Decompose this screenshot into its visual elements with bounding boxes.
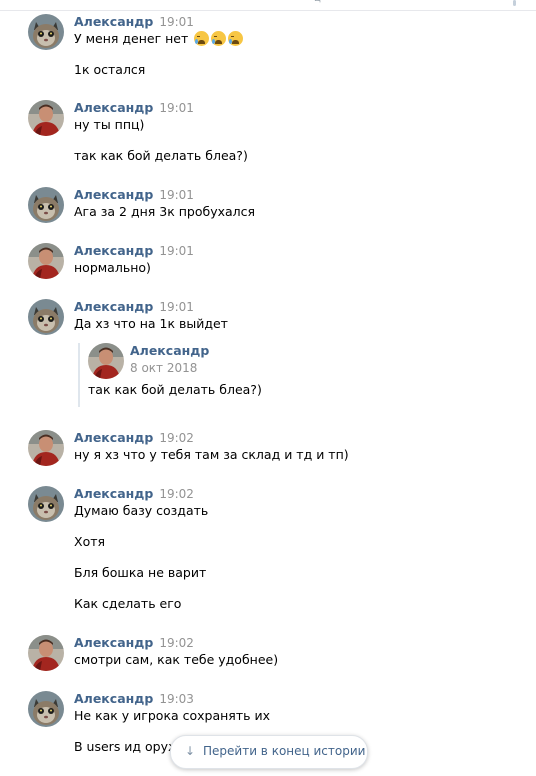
author-name[interactable]: Александр	[74, 635, 153, 650]
message-text: смотри сам, как тебе удобнее)	[74, 652, 279, 667]
jump-to-end-button[interactable]: ↓ Перейти в конец истории	[170, 735, 368, 769]
message-time[interactable]: 19:02	[159, 431, 194, 445]
message-text: У меня денег нет	[74, 30, 504, 47]
quote-text: так как бой делать блеа?)	[88, 382, 262, 397]
author-name[interactable]: Александр	[74, 430, 153, 445]
author-name[interactable]: Александр	[74, 187, 153, 202]
message-text: Думаю базу создать	[74, 503, 209, 518]
author-name[interactable]: Александр	[74, 691, 153, 706]
message-text: ну я хз что у тебя там за склад и тд и т…	[74, 447, 349, 462]
message-text: так как бой делать блеа?)	[74, 148, 248, 163]
message-time[interactable]: 19:01	[159, 188, 194, 202]
author-name[interactable]: Александр	[74, 100, 153, 115]
message-text: Как сделать его	[74, 596, 182, 611]
author-name[interactable]: Александр	[74, 486, 153, 501]
avatar[interactable]	[28, 430, 64, 466]
message-text: нормально)	[74, 260, 151, 275]
avatar[interactable]	[28, 187, 64, 223]
message-text: 1к остался	[74, 62, 146, 77]
crying-emoji-icon	[211, 31, 227, 46]
quote-author-name[interactable]: Александр	[130, 343, 209, 358]
message-time[interactable]: 19:03	[159, 692, 194, 706]
avatar[interactable]	[28, 100, 64, 136]
message-text: Не как у игрока сохранять их	[74, 708, 270, 723]
message-text: Да хз что на 1к выйдет	[74, 316, 228, 331]
message-feed: Александр 19:01 У меня денег нет 1к остал…	[0, 0, 536, 776]
message-time[interactable]: 19:01	[159, 300, 194, 314]
message-time[interactable]: 19:01	[159, 15, 194, 29]
jump-to-end-label: Перейти в конец истории	[203, 744, 366, 758]
quote-date[interactable]: 8 окт 2018	[130, 361, 197, 375]
message-text: Хотя	[74, 534, 106, 549]
avatar[interactable]	[28, 243, 64, 279]
message-time[interactable]: 19:01	[159, 101, 194, 115]
crying-emoji-icon	[194, 31, 210, 46]
forwarded-message[interactable]: Александр 8 окт 2018 так как бой делать …	[78, 343, 460, 407]
message-time[interactable]: 19:02	[159, 487, 194, 501]
message-time[interactable]: 19:02	[159, 636, 194, 650]
avatar[interactable]	[28, 299, 64, 335]
message-text: Бля бошка не варит	[74, 565, 207, 580]
avatar[interactable]	[28, 14, 64, 50]
avatar[interactable]	[28, 635, 64, 671]
avatar[interactable]	[28, 691, 64, 727]
author-name[interactable]: Александр	[74, 14, 153, 29]
arrow-down-icon: ↓	[185, 744, 196, 758]
author-name[interactable]: Александр	[74, 299, 153, 314]
message-time[interactable]: 19:01	[159, 244, 194, 258]
quote-avatar[interactable]	[88, 343, 124, 379]
avatar[interactable]	[28, 486, 64, 522]
message-text: Ага за 2 дня 3к пробухался	[74, 204, 256, 219]
crying-emoji-icon	[228, 31, 244, 46]
author-name[interactable]: Александр	[74, 243, 153, 258]
message-text: ну ты ппц)	[74, 117, 145, 132]
